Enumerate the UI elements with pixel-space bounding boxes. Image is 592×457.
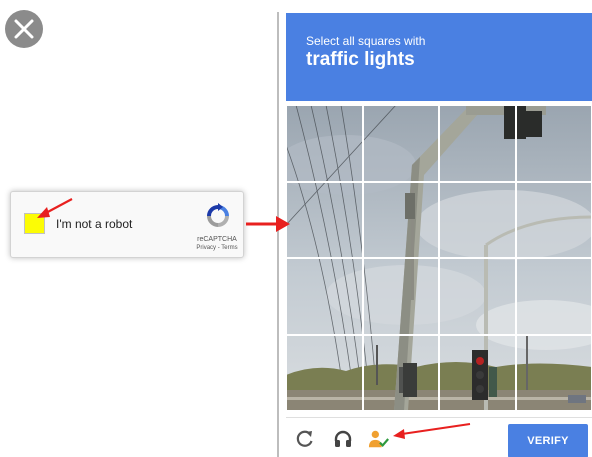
grid-tile[interactable] xyxy=(286,258,363,335)
grid-tile[interactable] xyxy=(362,258,439,335)
grid-tile[interactable] xyxy=(515,105,592,182)
divider xyxy=(277,12,279,457)
grid-tile[interactable] xyxy=(362,105,439,182)
privacy-terms-links[interactable]: Privacy - Terms xyxy=(189,244,245,252)
close-icon[interactable] xyxy=(5,10,43,48)
instruction-small: Select all squares with xyxy=(306,34,426,48)
recaptcha-challenge-panel: Select all squares with traffic lights V… xyxy=(286,13,592,457)
grid-tile[interactable] xyxy=(515,258,592,335)
reload-icon[interactable] xyxy=(294,428,316,450)
grid-tile[interactable] xyxy=(362,334,439,411)
grid-tile[interactable] xyxy=(515,181,592,258)
recaptcha-logo-icon xyxy=(207,203,229,227)
grid-tile[interactable] xyxy=(439,258,516,335)
grid-tile[interactable] xyxy=(286,105,363,182)
challenge-image-grid xyxy=(286,105,592,411)
instruction-target: traffic lights xyxy=(306,49,415,70)
recaptcha-anchor-widget: I'm not a robot reCAPTCHA Privacy - Term… xyxy=(10,191,244,258)
challenge-header: Select all squares with traffic lights xyxy=(286,13,592,101)
headphones-icon[interactable] xyxy=(332,428,354,450)
grid-tile[interactable] xyxy=(439,105,516,182)
grid-tile[interactable] xyxy=(286,334,363,411)
arrow-to-challenge xyxy=(246,216,290,232)
recaptcha-brand: reCAPTCHA xyxy=(197,236,237,243)
screenshot-stage: I'm not a robot reCAPTCHA Privacy - Term… xyxy=(0,0,592,457)
grid-tile[interactable] xyxy=(362,181,439,258)
verify-button[interactable]: VERIFY xyxy=(508,424,588,457)
grid-tile[interactable] xyxy=(439,181,516,258)
grid-tile[interactable] xyxy=(286,181,363,258)
grid-tile[interactable] xyxy=(439,334,516,411)
not-a-robot-label: I'm not a robot xyxy=(56,217,133,231)
not-a-robot-checkbox[interactable] xyxy=(24,213,45,234)
challenge-footer: VERIFY xyxy=(286,417,592,457)
grid-tile[interactable] xyxy=(515,334,592,411)
image-tiles xyxy=(286,105,592,411)
person-check-icon[interactable] xyxy=(368,428,390,450)
